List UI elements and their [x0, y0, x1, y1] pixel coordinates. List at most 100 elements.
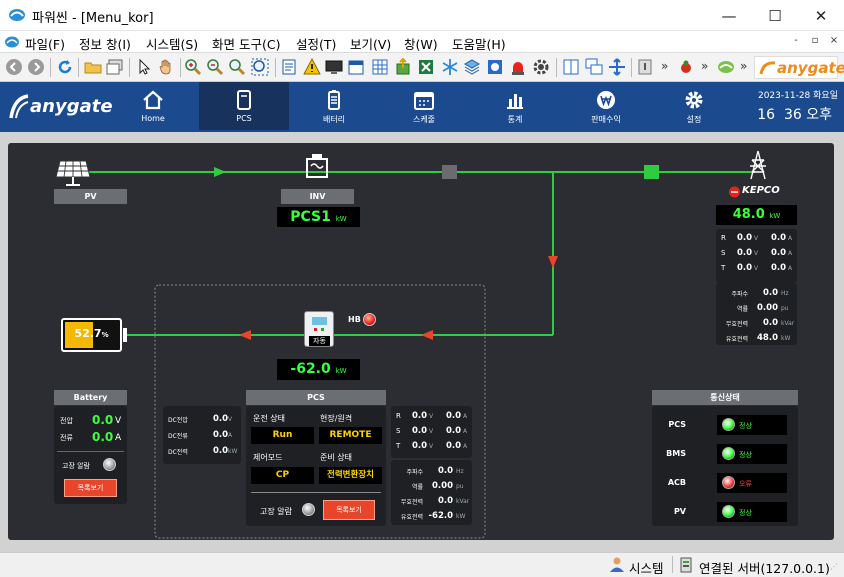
header-logo-text: anygate [30, 96, 113, 117]
zoom-in-icon[interactable] [184, 58, 202, 76]
kepco-logo-text: KEPCO [742, 185, 780, 196]
meter-freq-value: 0.0 [762, 288, 778, 298]
tab-battery[interactable]: 배터리 [289, 82, 379, 130]
menu-info-window[interactable]: 정보 창(I) [79, 34, 131, 53]
snowflake-icon[interactable] [441, 58, 459, 76]
meter-reactive-label: 무효전력 [400, 499, 423, 506]
phase-current-unit: A [788, 265, 793, 272]
pcs-fault-led [302, 503, 315, 516]
hand-icon[interactable] [157, 58, 175, 76]
tab-sales-revenue[interactable]: 판매수익 [561, 82, 651, 130]
minimize-button[interactable]: — [706, 0, 752, 31]
menu-file[interactable]: 파일(F) [25, 34, 65, 53]
excel-icon[interactable] [417, 58, 435, 76]
window-cascade-icon[interactable] [585, 58, 603, 76]
close-button[interactable]: ✕ [798, 0, 844, 31]
comm-device-name: BMS [666, 449, 686, 458]
menu-screen-tools[interactable]: 화면 도구(C) [212, 34, 280, 53]
control-mode-value: CP [251, 467, 314, 484]
pcs-panel-title: PCS [246, 390, 386, 405]
toolbar-overflow-1[interactable]: » [661, 59, 668, 73]
menu-window[interactable]: 창(W) [404, 34, 438, 53]
bug-icon[interactable] [677, 58, 695, 76]
refresh-icon[interactable] [56, 58, 74, 76]
resize-grip[interactable]: ⋰ [830, 562, 840, 574]
screens-icon[interactable] [106, 58, 124, 76]
zoom-out-icon[interactable] [206, 58, 224, 76]
pcs-power-unit: kW [335, 367, 347, 375]
toolbar-overflow-3[interactable]: » [740, 59, 747, 73]
phase-voltage: 0.0 [736, 263, 752, 273]
pv-label: PV [54, 189, 127, 204]
stamp-icon[interactable] [486, 58, 504, 76]
status-server: 연결된 서버(127.0.0.1) [699, 561, 830, 576]
heartbeat-led [363, 313, 376, 326]
dc-row-value: 0.0 [212, 430, 228, 440]
alarm-light-icon[interactable] [509, 58, 527, 76]
phase-label: T [721, 264, 726, 272]
phase-voltage: 0.0 [411, 441, 427, 451]
app-menu-icon[interactable] [4, 34, 20, 49]
battery-soc-unit: % [101, 331, 109, 339]
key-icon[interactable] [636, 58, 654, 76]
mdi-close-button[interactable]: × [827, 34, 841, 48]
battery-panel: 전압 0.0 V 전류 0.0 A 고장 알람 목록보기 [54, 406, 127, 504]
meter-reactive-unit: kVar [781, 320, 795, 327]
status-separator [672, 556, 673, 573]
tab-pcs[interactable]: PCS [199, 82, 289, 130]
move-icon[interactable] [608, 58, 626, 76]
tab-home[interactable]: Home [108, 82, 198, 130]
battery-voltage-label: 전압 [60, 417, 73, 425]
menu-view[interactable]: 보기(V) [350, 34, 391, 53]
document-icon[interactable] [280, 58, 298, 76]
zoom-fit-icon[interactable] [251, 58, 269, 76]
export-icon[interactable] [394, 58, 412, 76]
calendar-tb-icon[interactable] [347, 58, 365, 76]
monitor-icon[interactable] [325, 58, 343, 76]
dc-row-label: DC전력 [168, 449, 188, 456]
battery-icon [328, 90, 340, 110]
status-user: 시스템 [629, 561, 664, 576]
phase-voltage: 0.0 [736, 248, 752, 258]
user-icon [610, 557, 624, 572]
window-split-icon[interactable] [562, 58, 580, 76]
tab-sales-revenue-label: 판매수익 [591, 115, 621, 124]
dc-row-unit: A [228, 432, 233, 439]
pointer-icon[interactable] [135, 58, 153, 76]
settings-gear-tb-icon[interactable] [532, 58, 550, 76]
menu-settings[interactable]: 설정(T) [296, 34, 336, 53]
maximize-button[interactable]: ☐ [752, 0, 798, 31]
swirl-logo-icon[interactable] [717, 58, 735, 76]
tab-schedule[interactable]: 스케줄 [379, 82, 469, 130]
mdi-restore-button[interactable]: ▫ [808, 34, 822, 48]
run-state-value: Run [251, 427, 314, 444]
comm-device-name: PV [673, 507, 686, 516]
warning-icon[interactable] [303, 58, 321, 76]
tab-statistics[interactable]: 통계 [470, 82, 560, 130]
toolbar-overflow-2[interactable]: » [701, 59, 708, 73]
tab-settings[interactable]: 설정 [649, 82, 739, 130]
open-folder-icon[interactable] [84, 58, 102, 76]
bar-chart-icon [507, 94, 523, 109]
phase-voltage: 0.0 [411, 411, 427, 421]
menu-help[interactable]: 도움말(H) [452, 34, 506, 53]
layers-icon[interactable] [463, 58, 481, 76]
zoom-100-icon[interactable] [228, 58, 246, 76]
ready-state-label: 준비 상태 [320, 453, 352, 462]
grid-table-icon[interactable] [371, 58, 389, 76]
menu-system[interactable]: 시스템(S) [146, 34, 198, 53]
pcs-device-icon: 자동 [304, 311, 334, 347]
breaker-closed [644, 165, 659, 179]
phase-current: 0.0 [445, 411, 461, 421]
battery-list-button[interactable]: 목록보기 [64, 479, 117, 497]
mdi-minimize-button[interactable]: - [789, 34, 803, 48]
dc-row-unit: kW [228, 448, 238, 455]
app-logo-icon [9, 9, 25, 21]
meter-freq-label: 주파수 [731, 291, 748, 298]
dc-row-value: 0.0 [212, 446, 228, 456]
back-icon[interactable] [5, 58, 23, 76]
forward-icon[interactable] [27, 58, 45, 76]
meter-active-unit: kW [456, 513, 466, 520]
pcs-list-button[interactable]: 목록보기 [323, 500, 375, 520]
solar-panel-icon [55, 160, 91, 186]
